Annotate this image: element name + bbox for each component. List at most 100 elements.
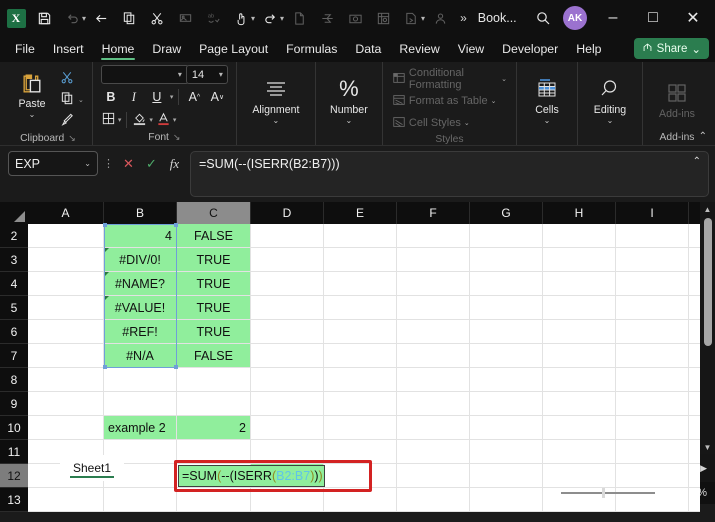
window-close-button[interactable]: ✕ — [673, 0, 713, 36]
increase-font-size-button[interactable]: A ^ — [184, 87, 204, 107]
column-header-A[interactable]: A — [28, 202, 104, 224]
cell-A9[interactable] — [28, 392, 104, 415]
spelling-abc-icon[interactable]: ab — [199, 4, 227, 32]
share-button[interactable]: Share ⌄ — [633, 38, 709, 59]
window-maximize-button[interactable]: □ — [633, 0, 673, 36]
undo-caret-icon[interactable]: ▾ — [82, 14, 86, 23]
cell-H5[interactable] — [543, 296, 616, 319]
format-painter-button[interactable] — [57, 111, 87, 131]
row-header-12[interactable]: 12 — [0, 464, 28, 488]
copy-button[interactable]: ⌄ — [57, 90, 87, 110]
borders-caret-icon[interactable]: ▾ — [118, 116, 122, 124]
cell-D5[interactable] — [251, 296, 324, 319]
cut-button[interactable] — [57, 69, 87, 89]
row-header-13[interactable]: 13 — [0, 488, 28, 512]
cell-I11[interactable] — [616, 440, 689, 463]
sheet-tab-sheet1[interactable]: Sheet1 — [60, 455, 125, 481]
camera-icon[interactable] — [341, 4, 369, 32]
addins-button[interactable]: Add-ins — [653, 75, 701, 120]
tab-file[interactable]: File — [6, 37, 44, 61]
cell-C8[interactable] — [177, 368, 251, 391]
row-header-6[interactable]: 6 — [0, 320, 28, 344]
cell-C9[interactable] — [177, 392, 251, 415]
cell-G10[interactable] — [470, 416, 543, 439]
format-as-table-button[interactable]: Format as Table ⌄ — [389, 91, 510, 111]
window-minimize-button[interactable]: – — [593, 0, 633, 36]
cell-I4[interactable] — [616, 272, 689, 295]
cell-H3[interactable] — [543, 248, 616, 271]
cell-H11[interactable] — [543, 440, 616, 463]
row-header-10[interactable]: 10 — [0, 416, 28, 440]
redo-caret-icon[interactable]: ▾ — [280, 14, 284, 23]
alignment-caret-icon[interactable]: ⌄ — [273, 117, 280, 125]
autosum-icon[interactable] — [313, 4, 341, 32]
hscroll-right-button[interactable]: ▶ — [700, 463, 707, 474]
column-header-F[interactable]: F — [397, 202, 470, 224]
font-size-caret-icon[interactable]: ▾ — [219, 70, 223, 79]
tab-insert[interactable]: Insert — [44, 37, 93, 61]
cut-scissors-icon[interactable] — [143, 4, 171, 32]
column-header-E[interactable]: E — [324, 202, 397, 224]
cell-E8[interactable] — [324, 368, 397, 391]
cell-E11[interactable] — [324, 440, 397, 463]
italic-button[interactable]: I — [124, 87, 144, 107]
cell-C13[interactable] — [177, 488, 251, 511]
conditional-formatting-caret-icon[interactable]: ⌄ — [501, 75, 507, 83]
cell-G12[interactable] — [470, 464, 543, 487]
scroll-down-button[interactable]: ▼ — [704, 440, 712, 454]
cell-D9[interactable] — [251, 392, 324, 415]
cell-A7[interactable] — [28, 344, 104, 367]
row-header-4[interactable]: 4 — [0, 272, 28, 296]
name-box[interactable]: EXP ⌄ — [8, 151, 98, 176]
cell-I3[interactable] — [616, 248, 689, 271]
cell-A3[interactable] — [28, 248, 104, 271]
cell-F8[interactable] — [397, 368, 470, 391]
font-color-button[interactable]: ▾ — [156, 110, 176, 130]
cell-B4[interactable]: #NAME? — [104, 272, 177, 295]
avatar[interactable]: AK — [563, 6, 587, 30]
cell-I5[interactable] — [616, 296, 689, 319]
new-file-icon[interactable] — [285, 4, 313, 32]
row-header-2[interactable]: 2 — [0, 224, 28, 248]
borders-button[interactable]: ▾ — [101, 110, 122, 130]
cell-styles-button[interactable]: Cell Styles ⌄ — [389, 113, 510, 133]
cell-D3[interactable] — [251, 248, 324, 271]
row-header-5[interactable]: 5 — [0, 296, 28, 320]
cell-B3[interactable]: #DIV/0! — [104, 248, 177, 271]
vertical-scroll-thumb[interactable] — [703, 218, 712, 346]
paste-caret-icon[interactable]: ⌄ — [29, 111, 36, 119]
decrease-font-size-button[interactable]: A ∨ — [207, 87, 227, 107]
cell-F5[interactable] — [397, 296, 470, 319]
underline-button[interactable]: U — [147, 87, 167, 107]
touch-mode-caret-icon[interactable]: ▾ — [251, 14, 255, 23]
cell-F10[interactable] — [397, 416, 470, 439]
cell-G13[interactable] — [470, 488, 543, 511]
fill-color-button[interactable]: ▾ — [132, 110, 153, 130]
cell-C4[interactable]: TRUE — [177, 272, 251, 295]
copy-caret-icon[interactable]: ⌄ — [78, 96, 84, 104]
cell-C10[interactable]: 2 — [177, 416, 251, 439]
cell-F9[interactable] — [397, 392, 470, 415]
cell-E4[interactable] — [324, 272, 397, 295]
cell-E5[interactable] — [324, 296, 397, 319]
cell-B13[interactable] — [104, 488, 177, 511]
cell-F3[interactable] — [397, 248, 470, 271]
cell-styles-caret-icon[interactable]: ⌄ — [464, 119, 470, 127]
cell-H2[interactable] — [543, 224, 616, 247]
cancel-formula-button[interactable]: ✕ — [118, 154, 139, 173]
cell-H7[interactable] — [543, 344, 616, 367]
cell-D4[interactable] — [251, 272, 324, 295]
font-name-caret-icon[interactable]: ▾ — [178, 70, 182, 79]
cell-I12[interactable] — [616, 464, 689, 487]
number-button[interactable]: % Number ⌄ — [324, 71, 374, 125]
back-arrow-icon[interactable] — [87, 4, 115, 32]
cell-B7[interactable]: #N/A — [104, 344, 177, 367]
cell-B6[interactable]: #REF! — [104, 320, 177, 343]
cell-F7[interactable] — [397, 344, 470, 367]
cell-A2[interactable] — [28, 224, 104, 247]
sort-filter-icon[interactable] — [369, 4, 397, 32]
qat-overflow-button[interactable]: » — [454, 11, 472, 25]
cell-H4[interactable] — [543, 272, 616, 295]
cell-I6[interactable] — [616, 320, 689, 343]
cell-H9[interactable] — [543, 392, 616, 415]
